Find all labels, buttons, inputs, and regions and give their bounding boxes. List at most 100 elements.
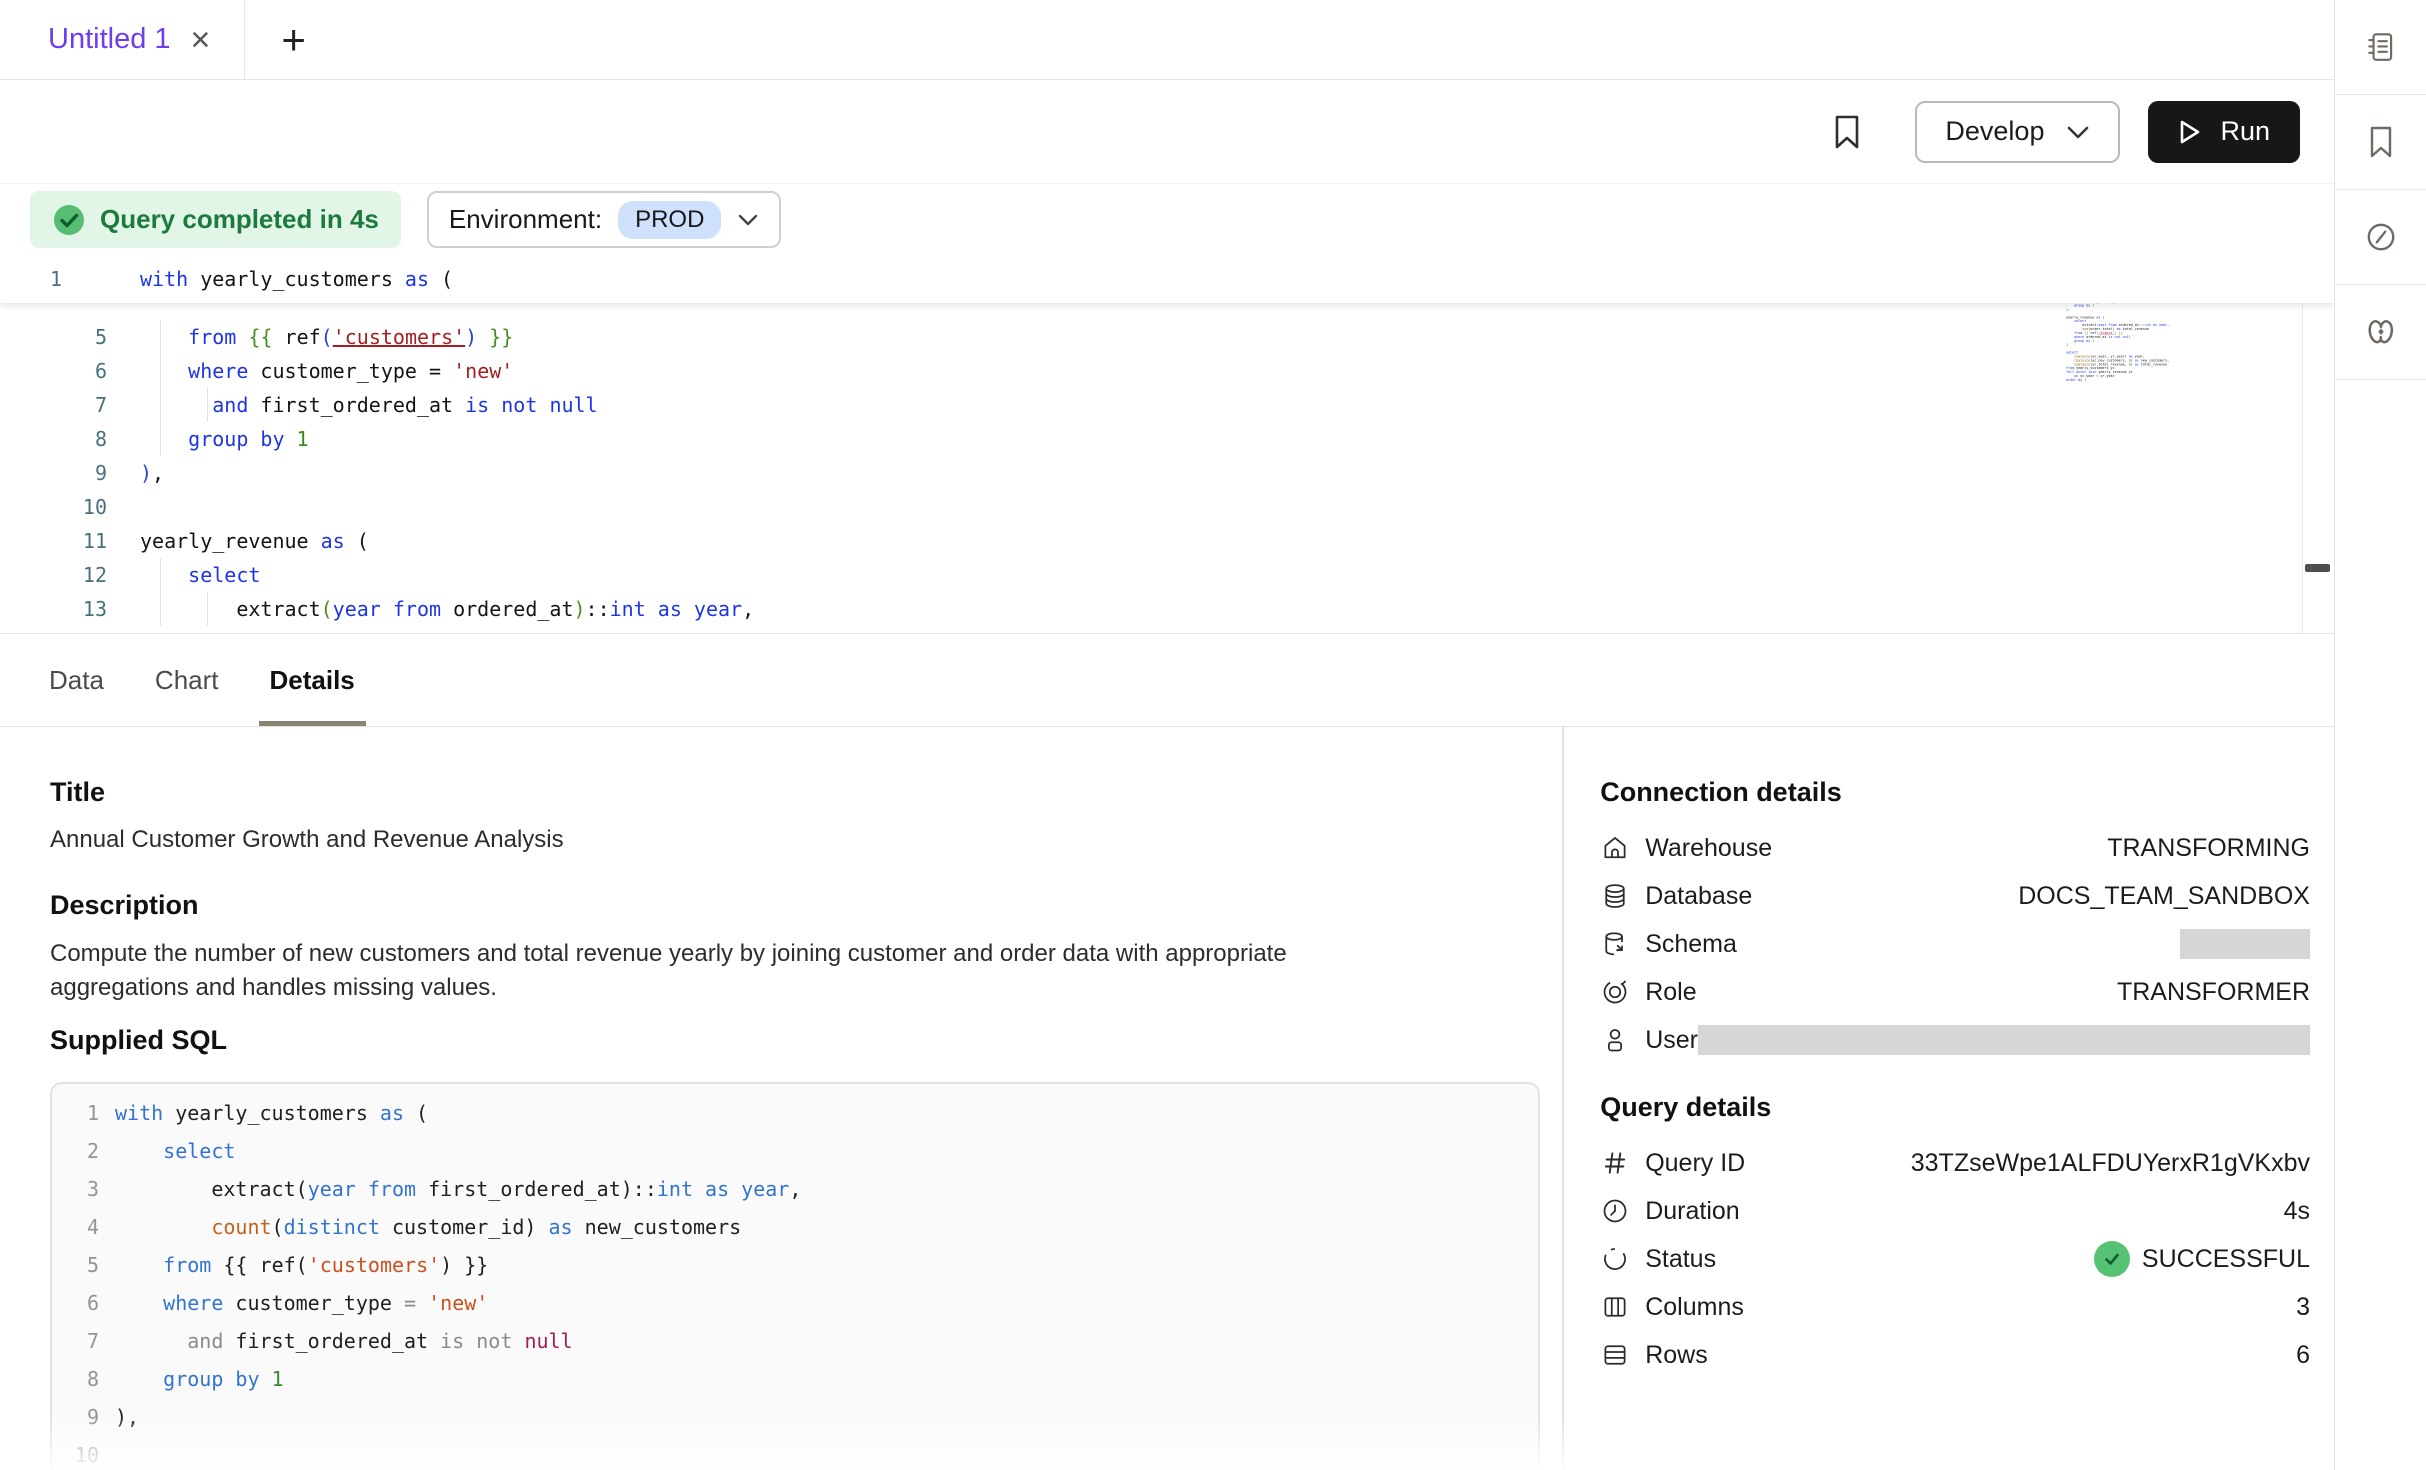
line-number: 3: [52, 1170, 99, 1208]
detail-value: TRANSFORMER: [2117, 978, 2310, 1007]
sql-line: 4 count(distinct customer_id) as new_cus…: [52, 1208, 1538, 1246]
clock-icon: [1600, 1196, 1630, 1226]
detail-value: 6: [2296, 1341, 2310, 1370]
tab-data[interactable]: Data: [38, 634, 115, 726]
editor-line[interactable]: 13 extract(year from ordered_at)::int as…: [0, 592, 2334, 626]
tab-chart[interactable]: Chart: [144, 634, 230, 726]
line-number: 8: [52, 1360, 99, 1398]
columns-icon: [1600, 1292, 1630, 1322]
connection-details-section: Connection details Warehouse TRANSFORMING…: [1600, 777, 2310, 1064]
detail-row: Query ID33TZseWpe1ALFDUYerxR1gVKxbv: [1600, 1139, 2310, 1187]
status-row: Query completed in 4s Environment: PROD: [0, 184, 2334, 255]
rail-button-notebook[interactable]: [2335, 0, 2426, 95]
line-code: from {{ ref('customers') }}: [140, 320, 513, 354]
detail-row: Columns 3: [1600, 1283, 2310, 1331]
environment-label: Environment:: [449, 204, 602, 235]
editor-line[interactable]: 11 yearly_revenue as (: [0, 524, 2334, 558]
title-value: Annual Customer Growth and Revenue Analy…: [50, 826, 1562, 854]
detail-label: Columns: [1645, 1293, 1744, 1322]
role-icon: [1600, 977, 1630, 1007]
new-tab-button[interactable]: +: [245, 0, 342, 79]
description-value: Compute the number of new customers and …: [50, 937, 1420, 1005]
redacted-value: [1698, 1025, 2310, 1055]
toolbar: Develop Run: [0, 80, 2334, 184]
rail-button-bookmark[interactable]: [2335, 95, 2426, 190]
lineage-icon: [2363, 314, 2399, 350]
rows-icon: [1600, 1340, 1630, 1370]
detail-label: Warehouse: [1645, 834, 1772, 863]
query-details-heading: Query details: [1600, 1092, 2310, 1123]
line-number: 6: [0, 354, 107, 388]
rail-button-lineage[interactable]: [2335, 285, 2426, 380]
sql-editor[interactable]: 1 with yearly_customers as ( 5 from {{ r…: [0, 255, 2334, 634]
sql-line: 6 where customer_type = 'new': [52, 1284, 1538, 1322]
supplied-sql-heading: Supplied SQL: [50, 1025, 1562, 1056]
sql-line: 7 and first_ordered_at is not null: [52, 1322, 1538, 1360]
description-heading: Description: [50, 890, 1562, 921]
title-heading: Title: [50, 777, 1562, 808]
line-number: 1: [52, 1094, 99, 1132]
detail-value: TRANSFORMING: [2107, 834, 2310, 863]
develop-label: Develop: [1945, 116, 2044, 147]
line-number: 5: [0, 320, 107, 354]
line-number: 12: [0, 558, 107, 592]
environment-selector[interactable]: Environment: PROD: [427, 191, 782, 248]
editor-line[interactable]: 8 group by 1: [0, 422, 2334, 456]
line-code: where customer_type = 'new': [140, 354, 513, 388]
editor-line[interactable]: 9),: [0, 456, 2334, 490]
detail-label: Status: [1645, 1245, 1716, 1274]
line-code: group by 1: [140, 422, 309, 456]
connection-details-heading: Connection details: [1600, 777, 2310, 808]
spinner-icon: [1600, 1244, 1630, 1274]
sql-line: 3 extract(year from first_ordered_at)::i…: [52, 1170, 1538, 1208]
close-icon[interactable]: ×: [191, 23, 211, 57]
develop-button[interactable]: Develop: [1915, 101, 2120, 163]
query-status-banner: Query completed in 4s: [30, 191, 401, 248]
editor-sticky-line[interactable]: 1 with yearly_customers as (: [0, 255, 2334, 303]
bookmark-icon: [2366, 125, 2396, 159]
hash-icon: [1600, 1148, 1630, 1178]
editor-scrollbar-thumb[interactable]: [2305, 564, 2330, 572]
detail-row: DatabaseDOCS_TEAM_SANDBOX: [1600, 872, 2310, 920]
line-number: 10: [52, 1436, 99, 1470]
tab-untitled-1[interactable]: Untitled 1 ×: [0, 0, 245, 79]
detail-label: Query ID: [1645, 1149, 1745, 1178]
detail-value: 4s: [2284, 1197, 2310, 1226]
line-number: 2: [52, 1132, 99, 1170]
detail-row: User: [1600, 1016, 2310, 1064]
editor-line[interactable]: 12 select: [0, 558, 2334, 592]
line-number: 10: [0, 490, 107, 524]
detail-value: 3: [2296, 1293, 2310, 1322]
line-number: 7: [0, 388, 107, 422]
sql-line: 5 from {{ ref('customers') }}: [52, 1246, 1538, 1284]
line-number: 13: [0, 592, 107, 626]
supplied-sql-code-block: 1with yearly_customers as (2 select3 ext…: [50, 1082, 1540, 1470]
editor-line[interactable]: 6 where customer_type = 'new': [0, 354, 2334, 388]
detail-label: User: [1645, 1026, 1698, 1055]
details-right-column: Connection details Warehouse TRANSFORMING…: [1562, 727, 2334, 1470]
line-code: yearly_revenue as (: [140, 524, 369, 558]
sql-line: 1with yearly_customers as (: [52, 1094, 1538, 1132]
line-number: 8: [0, 422, 107, 456]
line-number: 9: [52, 1398, 99, 1436]
line-number: 11: [0, 524, 107, 558]
editor-line[interactable]: 5 from {{ ref('customers') }}: [0, 320, 2334, 354]
check-circle-icon: [2094, 1241, 2130, 1277]
line-number: 4: [52, 1208, 99, 1246]
play-icon: [2178, 119, 2202, 145]
detail-row: Warehouse TRANSFORMING: [1600, 824, 2310, 872]
plus-icon: +: [281, 16, 306, 64]
run-label: Run: [2220, 116, 2270, 147]
detail-label: Duration: [1645, 1197, 1740, 1226]
detail-label: Schema: [1645, 930, 1737, 959]
editor-line[interactable]: 10: [0, 490, 2334, 524]
sql-line: 9),: [52, 1398, 1538, 1436]
detail-label: Role: [1645, 978, 1696, 1007]
line-code: extract(year from ordered_at)::int as ye…: [140, 592, 754, 626]
sql-line: 10: [52, 1436, 1538, 1470]
bookmark-icon[interactable]: [1825, 110, 1869, 154]
tab-details[interactable]: Details: [259, 634, 366, 726]
rail-button-history[interactable]: [2335, 190, 2426, 285]
editor-line[interactable]: 7 and first_ordered_at is not null: [0, 388, 2334, 422]
run-button[interactable]: Run: [2148, 101, 2300, 163]
